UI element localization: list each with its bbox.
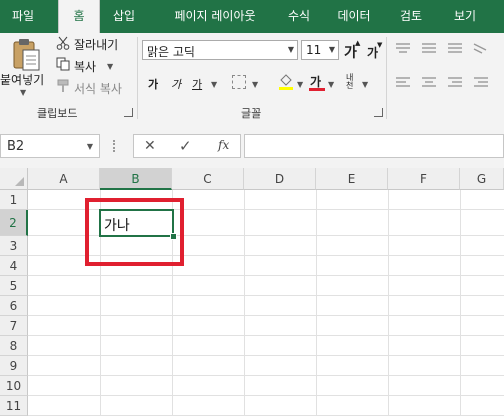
column-header-a[interactable]: A xyxy=(28,168,100,190)
chevron-down-icon[interactable]: ▼ xyxy=(87,142,93,151)
font-size-value: 11 xyxy=(306,43,322,57)
italic-button[interactable]: 가 xyxy=(171,76,181,92)
cut-icon[interactable] xyxy=(56,36,70,50)
phonetic-button[interactable]: 내천 xyxy=(346,74,358,90)
cancel-icon[interactable]: ✕ xyxy=(144,138,156,154)
fill-color-dropdown-icon[interactable]: ▼ xyxy=(297,80,303,89)
column-header-d[interactable]: D xyxy=(244,168,316,190)
font-group-label: 글꼴 xyxy=(241,107,262,120)
column-header-f[interactable]: F xyxy=(388,168,460,190)
tab-page-layout[interactable]: 페이지 레이아웃 xyxy=(154,0,276,33)
format-painter-button[interactable]: 서식 복사 xyxy=(74,80,122,97)
chevron-down-icon[interactable]: ▼ xyxy=(329,45,335,54)
name-box-value: B2 xyxy=(7,139,25,154)
font-size-combo[interactable]: 11 ▼ xyxy=(301,40,339,60)
row-header-8[interactable]: 8 xyxy=(0,336,28,356)
alignment-top-icons[interactable] xyxy=(396,41,496,57)
row-header-10[interactable]: 10 xyxy=(0,376,28,396)
formula-input[interactable] xyxy=(244,134,504,158)
tab-insert[interactable]: 삽입 xyxy=(100,0,148,33)
tab-file[interactable]: 파일 xyxy=(0,0,46,33)
chevron-down-icon[interactable]: ▼ xyxy=(288,45,294,54)
column-header-b[interactable]: B xyxy=(100,168,172,190)
ribbon-tab-bar: 파일 홈 삽입 페이지 레이아웃 수식 데이터 검토 보기 xyxy=(0,0,504,33)
format-painter-icon[interactable] xyxy=(56,79,70,93)
tab-data[interactable]: 데이터 xyxy=(325,0,383,33)
cut-button[interactable]: 잘라내기 xyxy=(74,36,118,53)
group-separator xyxy=(386,37,387,119)
fill-color-icon[interactable] xyxy=(278,73,294,91)
worksheet-grid: A B C D E F G 1 2 3 4 5 6 7 8 9 10 11 가나 xyxy=(0,168,504,416)
column-header-c[interactable]: C xyxy=(172,168,244,190)
underline-button[interactable]: 가 xyxy=(192,76,202,92)
copy-button[interactable]: 복사 xyxy=(74,58,96,75)
paste-dropdown-icon[interactable]: ▼ xyxy=(20,88,26,97)
font-name-value: 맑은 고딕 xyxy=(147,45,195,59)
font-name-combo[interactable]: 맑은 고딕 ▼ xyxy=(142,40,298,60)
row-header-9[interactable]: 9 xyxy=(0,356,28,376)
clipboard-launcher-icon[interactable] xyxy=(124,108,133,117)
font-color-bar xyxy=(309,88,325,91)
group-separator xyxy=(137,37,138,119)
paste-button[interactable]: 붙여넣기 xyxy=(0,71,44,88)
underline-dropdown-icon[interactable]: ▼ xyxy=(211,80,217,89)
resize-handle[interactable] xyxy=(113,140,118,152)
insert-function-icon[interactable]: fx xyxy=(218,138,229,152)
font-color-dropdown-icon[interactable]: ▼ xyxy=(328,80,334,89)
border-dropdown-icon[interactable]: ▼ xyxy=(252,80,258,89)
tab-review[interactable]: 검토 xyxy=(388,0,434,33)
font-launcher-icon[interactable] xyxy=(374,108,383,117)
alignment-bottom-icons[interactable] xyxy=(396,75,496,91)
shrink-arrow-icon: ▼ xyxy=(377,41,383,49)
copy-dropdown-icon[interactable]: ▼ xyxy=(107,62,113,71)
tab-view[interactable]: 보기 xyxy=(440,0,490,33)
row-header-3[interactable]: 3 xyxy=(0,236,28,256)
copy-icon[interactable] xyxy=(56,57,70,71)
row-header-2[interactable]: 2 xyxy=(0,210,28,236)
border-icon[interactable] xyxy=(232,75,246,89)
grow-arrow-icon: ▲ xyxy=(355,39,361,47)
paste-icon[interactable] xyxy=(8,37,44,73)
bold-button[interactable]: 가 xyxy=(148,76,158,92)
tab-home[interactable]: 홈 xyxy=(58,0,100,33)
phonetic-dropdown-icon[interactable]: ▼ xyxy=(362,80,368,89)
row-header-11[interactable]: 11 xyxy=(0,396,28,416)
highlight-box xyxy=(85,198,184,266)
row-header-5[interactable]: 5 xyxy=(0,276,28,296)
row-header-7[interactable]: 7 xyxy=(0,316,28,336)
select-all-button[interactable] xyxy=(0,168,28,190)
clipboard-group-label: 클립보드 xyxy=(37,107,78,120)
column-header-g[interactable]: G xyxy=(460,168,504,190)
enter-icon[interactable]: ✓ xyxy=(179,137,192,155)
formula-buttons: ✕ ✓ fx xyxy=(133,134,241,158)
name-box[interactable]: B2 ▼ xyxy=(0,134,100,158)
row-header-1[interactable]: 1 xyxy=(0,190,28,210)
tab-formulas[interactable]: 수식 xyxy=(276,0,322,33)
row-header-4[interactable]: 4 xyxy=(0,256,28,276)
column-header-e[interactable]: E xyxy=(316,168,388,190)
row-header-6[interactable]: 6 xyxy=(0,296,28,316)
ribbon: 붙여넣기 ▼ 잘라내기 복사 ▼ 서식 복사 클립보드 맑은 고딕 ▼ 11 ▼… xyxy=(0,33,504,124)
